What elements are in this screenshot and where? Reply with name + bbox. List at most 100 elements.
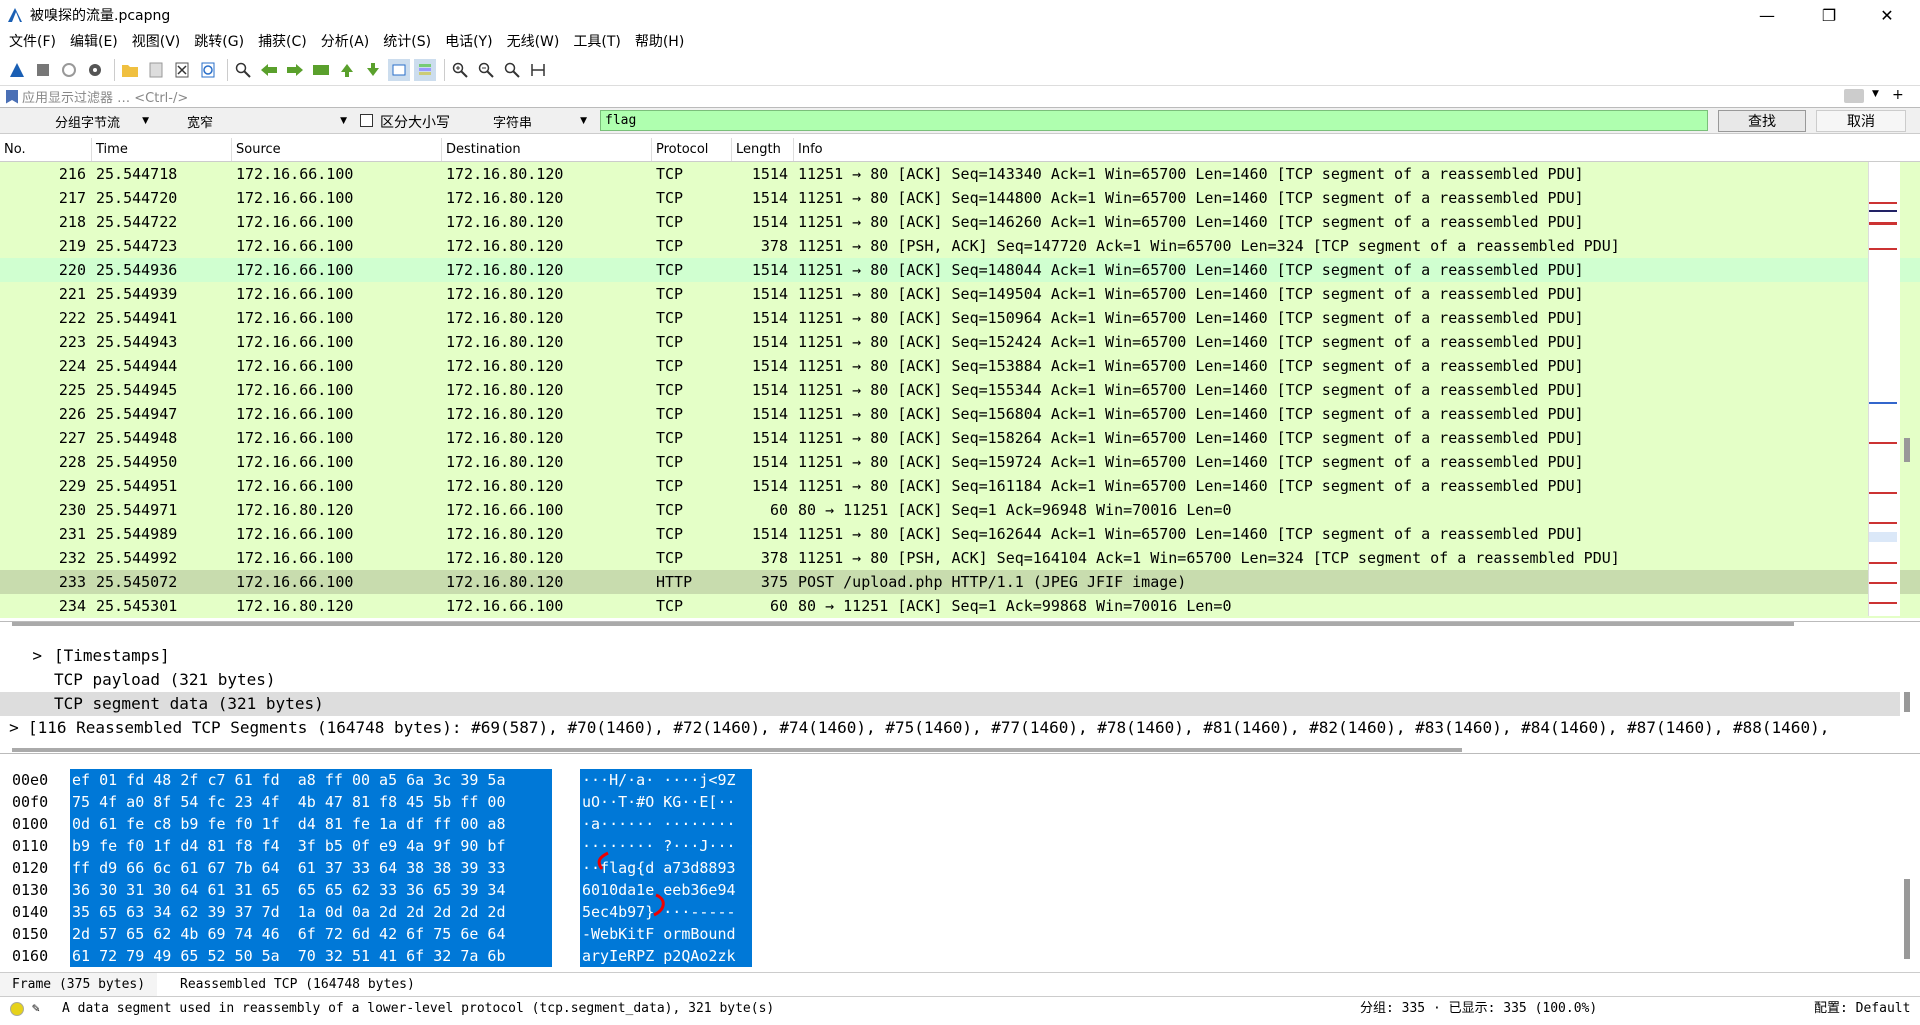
packet-row[interactable]: 225 25.544945 172.16.66.100 172.16.80.120 TC… [0, 378, 1920, 402]
packet-row[interactable]: 228 25.544950 172.16.66.100 172.16.80.120 TC… [0, 450, 1920, 474]
edit-comment-icon[interactable]: ✎ [32, 997, 40, 1021]
byte-ascii[interactable]: -WebKitF ormBound [580, 923, 752, 945]
go-back-icon[interactable] [258, 59, 280, 81]
menu-tools[interactable]: 工具(T) [566, 30, 627, 54]
autoscroll-icon[interactable] [388, 58, 410, 81]
byte-hex[interactable]: 2d 57 65 62 4b 69 74 46 6f 72 6d 42 6f 7… [70, 923, 552, 945]
packet-row[interactable]: 217 25.544720 172.16.66.100 172.16.80.120 TC… [0, 186, 1920, 210]
detail-row[interactable]: TCP segment data (321 bytes) [0, 692, 1900, 716]
display-filter-input[interactable]: 应用显示过滤器 … <Ctrl-/> [22, 87, 188, 106]
menu-telephony[interactable]: 电话(Y) [438, 30, 499, 54]
zoom-in-icon[interactable] [449, 59, 471, 81]
menu-wireless[interactable]: 无线(W) [500, 30, 567, 54]
packet-row[interactable]: 227 25.544948 172.16.66.100 172.16.80.120 TC… [0, 426, 1920, 450]
menu-edit[interactable]: 编辑(E) [63, 30, 125, 54]
byte-ascii[interactable]: ···H/·a· ····j<9Z [580, 769, 752, 791]
byte-ascii[interactable]: ·a······ ········ [580, 813, 752, 835]
apply-filter-icon[interactable] [1844, 89, 1864, 103]
filter-dropdown-icon[interactable]: ▼ [1872, 89, 1879, 99]
search-in-select[interactable]: 分组字节流 ▼ [50, 111, 154, 131]
search-type-select[interactable]: 字符串 ▼ [488, 111, 592, 131]
tab-reassembled-tcp[interactable]: Reassembled TCP (164748 bytes) [168, 973, 427, 997]
column-header-protocol[interactable]: Protocol [652, 138, 732, 161]
resize-columns-icon[interactable] [527, 59, 549, 81]
profile-label[interactable]: 配置: Default [1814, 997, 1910, 1021]
packet-row[interactable]: 224 25.544944 172.16.66.100 172.16.80.120 TC… [0, 354, 1920, 378]
capture-options-icon[interactable] [84, 59, 106, 81]
packet-row[interactable]: 232 25.544992 172.16.66.100 172.16.80.120 TC… [0, 546, 1920, 570]
byte-hex[interactable]: ef 01 fd 48 2f c7 61 fd a8 ff 00 a5 6a 3… [70, 769, 552, 791]
byte-hex[interactable]: 61 72 79 49 65 52 50 5a 70 32 51 41 6f 3… [70, 945, 552, 967]
charset-select[interactable]: 宽窄 ▼ [182, 111, 352, 131]
packet-row[interactable]: 234 25.545301 172.16.80.120 172.16.66.100 TC… [0, 594, 1920, 618]
packet-row[interactable]: 220 25.544936 172.16.66.100 172.16.80.120 TC… [0, 258, 1920, 282]
restart-capture-icon[interactable] [58, 59, 80, 81]
byte-offset[interactable]: 0100 [12, 813, 48, 835]
cancel-button[interactable]: 取消 [1816, 110, 1906, 132]
expert-info-icon[interactable] [10, 1002, 24, 1016]
packet-minimap[interactable] [1868, 162, 1900, 616]
menu-help[interactable]: 帮助(H) [628, 30, 691, 54]
packet-list-hscrollbar[interactable] [12, 622, 1794, 626]
byte-hex[interactable]: 36 30 31 30 64 61 31 65 65 65 62 33 36 6… [70, 879, 552, 901]
find-button[interactable]: 查找 [1718, 110, 1806, 132]
detail-row[interactable]: > [116 Reassembled TCP Segments (164748 b… [0, 716, 1900, 740]
byte-ascii[interactable]: aryIeRPZ p2QAo2zk [580, 945, 752, 967]
case-sensitive-checkbox[interactable] [360, 114, 373, 127]
find-input[interactable]: flag [600, 110, 1708, 131]
detail-row[interactable]: TCP payload (321 bytes) [0, 668, 1900, 692]
column-header-length[interactable]: Length [732, 138, 794, 161]
packet-row[interactable]: 216 25.544718 172.16.66.100 172.16.80.120 TC… [0, 162, 1920, 186]
zoom-out-icon[interactable] [475, 59, 497, 81]
byte-offset[interactable]: 0130 [12, 879, 48, 901]
save-file-icon[interactable] [145, 59, 167, 81]
close-file-icon[interactable] [171, 59, 193, 81]
add-filter-button-icon[interactable]: + [1892, 87, 1904, 103]
close-button[interactable]: ✕ [1864, 0, 1910, 30]
packet-row[interactable]: 222 25.544941 172.16.66.100 172.16.80.120 TC… [0, 306, 1920, 330]
column-header-source[interactable]: Source [232, 138, 442, 161]
byte-offset[interactable]: 0110 [12, 835, 48, 857]
byte-hex[interactable]: ff d9 66 6c 61 67 7b 64 61 37 33 64 38 3… [70, 857, 552, 879]
byte-offset[interactable]: 0120 [12, 857, 48, 879]
byte-offset[interactable]: 00e0 [12, 769, 48, 791]
byte-offset[interactable]: 0140 [12, 901, 48, 923]
column-header-destination[interactable]: Destination [442, 138, 652, 161]
go-last-icon[interactable] [362, 59, 384, 81]
column-header-no[interactable]: No. [0, 138, 92, 161]
go-forward-icon[interactable] [284, 59, 306, 81]
bookmark-icon[interactable] [6, 89, 18, 104]
packet-row[interactable]: 229 25.544951 172.16.66.100 172.16.80.120 TC… [0, 474, 1920, 498]
details-hscrollbar[interactable] [12, 748, 1462, 752]
open-file-icon[interactable] [119, 59, 141, 81]
packet-row[interactable]: 221 25.544939 172.16.66.100 172.16.80.120 TC… [0, 282, 1920, 306]
menu-statistics[interactable]: 统计(S) [376, 30, 438, 54]
menu-analyze[interactable]: 分析(A) [314, 30, 377, 54]
expand-chevron-icon[interactable]: > [0, 716, 28, 740]
stop-capture-icon[interactable] [32, 59, 54, 81]
details-vscrollbar[interactable] [1904, 692, 1910, 712]
byte-hex[interactable]: 35 65 63 34 62 39 37 7d 1a 0d 0a 2d 2d 2… [70, 901, 552, 923]
byte-offset[interactable]: 0160 [12, 945, 48, 967]
restore-button[interactable]: ❐ [1806, 0, 1852, 30]
byte-offset[interactable]: 00f0 [12, 791, 48, 813]
packet-row[interactable]: 231 25.544989 172.16.66.100 172.16.80.120 TC… [0, 522, 1920, 546]
go-to-packet-icon[interactable] [310, 59, 332, 81]
packet-row[interactable]: 223 25.544943 172.16.66.100 172.16.80.120 TC… [0, 330, 1920, 354]
find-packet-icon[interactable] [232, 59, 254, 81]
expand-chevron-icon[interactable]: > [0, 644, 54, 668]
start-capture-icon[interactable] [6, 59, 28, 81]
menu-file[interactable]: 文件(F) [2, 30, 63, 54]
byte-hex[interactable]: 75 4f a0 8f 54 fc 23 4f 4b 47 81 f8 45 5… [70, 791, 552, 813]
column-header-info[interactable]: Info [794, 138, 1868, 161]
colorize-icon[interactable] [414, 58, 436, 81]
packet-row[interactable]: 230 25.544971 172.16.80.120 172.16.66.100 TC… [0, 498, 1920, 522]
packet-row[interactable]: 233 25.545072 172.16.66.100 172.16.80.120 HT… [0, 570, 1920, 594]
packet-row[interactable]: 219 25.544723 172.16.66.100 172.16.80.120 TC… [0, 234, 1920, 258]
go-first-icon[interactable] [336, 59, 358, 81]
packet-list-vscrollbar[interactable] [1904, 438, 1910, 462]
menu-go[interactable]: 跳转(G) [187, 30, 251, 54]
minimize-button[interactable]: — [1744, 0, 1790, 30]
tab-frame[interactable]: Frame (375 bytes) [0, 973, 158, 997]
menu-view[interactable]: 视图(V) [125, 30, 188, 54]
